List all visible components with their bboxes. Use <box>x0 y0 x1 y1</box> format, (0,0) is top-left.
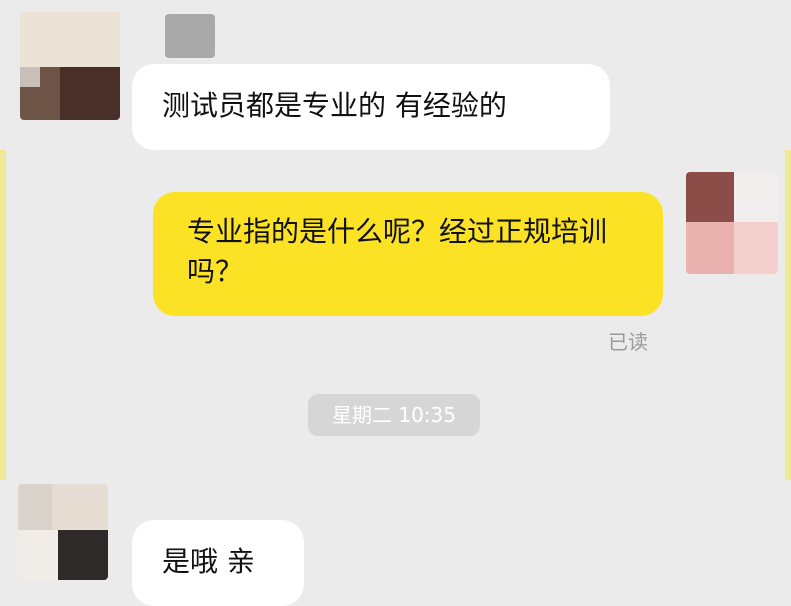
incoming-avatar-bottom[interactable] <box>18 484 108 580</box>
message-text: 测试员都是专业的 有经验的 <box>162 89 507 122</box>
avatar-pixel <box>18 484 52 530</box>
avatar-pixel <box>686 222 734 274</box>
left-edge-accent <box>0 150 6 480</box>
avatar-pixel <box>20 12 120 67</box>
chat-view: 测试员都是专业的 有经验的 专业指的是什么呢？经过正规培训吗？ 已读 星期二 1… <box>0 0 791 606</box>
incoming-avatar-top[interactable] <box>20 12 120 120</box>
avatar-pixel <box>686 172 734 222</box>
incoming-message-bubble[interactable]: 测试员都是专业的 有经验的 <box>132 64 610 150</box>
outgoing-avatar[interactable] <box>686 172 778 274</box>
avatar-pixel <box>20 67 40 87</box>
avatar-pixel <box>60 67 120 120</box>
avatar-pixel <box>734 172 778 222</box>
message-text: 是哦 亲 <box>162 545 255 578</box>
outgoing-message-bubble[interactable]: 专业指的是什么呢？经过正规培训吗？ <box>153 192 663 316</box>
avatar-pixel <box>58 530 108 580</box>
timestamp-divider: 星期二 10:35 <box>308 394 480 436</box>
right-edge-accent <box>785 150 791 480</box>
avatar-pixel <box>18 530 58 580</box>
avatar-pixel <box>734 222 778 274</box>
read-status: 已读 <box>608 330 648 354</box>
incoming-message-bubble[interactable]: 是哦 亲 <box>132 520 304 606</box>
message-text: 专业指的是什么呢？经过正规培训吗？ <box>187 215 608 288</box>
pixelated-image-icon <box>165 14 215 58</box>
